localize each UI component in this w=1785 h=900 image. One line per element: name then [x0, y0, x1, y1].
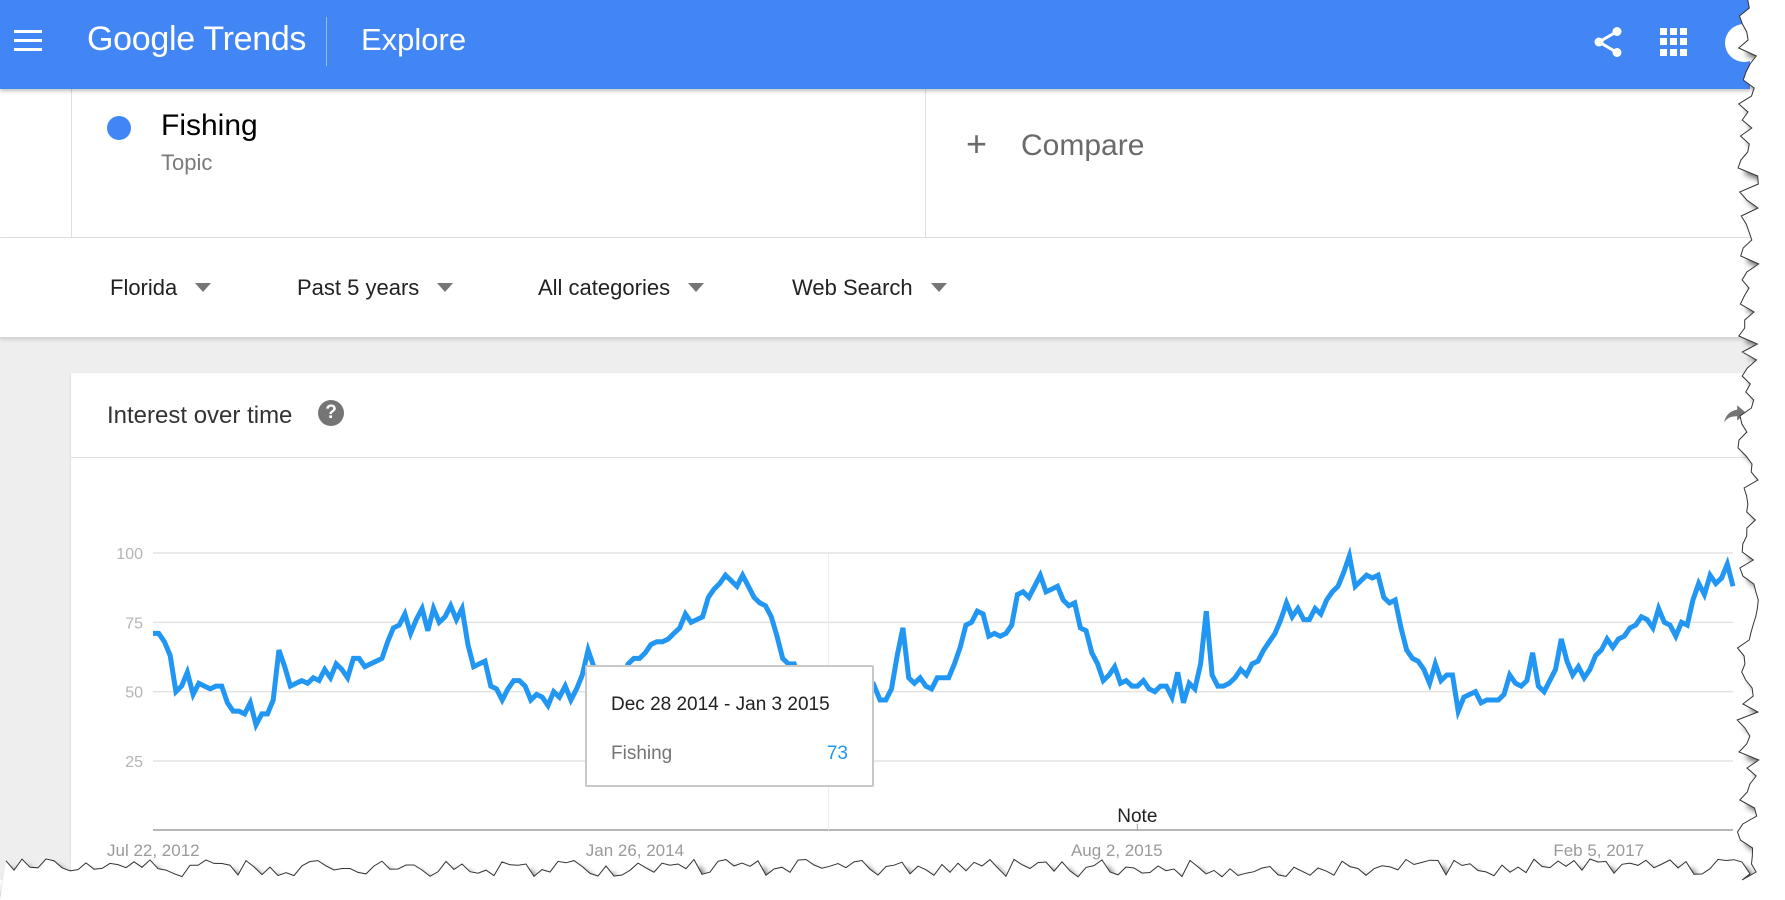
trends-page: Google Trends Explore Fishing Topic + Co… — [0, 0, 1750, 880]
y-tick-label: 50 — [125, 685, 143, 702]
series-line-fishing[interactable] — [153, 546, 1736, 732]
data-tooltip: Dec 28 2014 - Jan 3 2015 Fishing 73 — [585, 665, 874, 787]
interest-line-chart: 25 50 75 100 Jul 22, 2012 Jan 26, 2014 Aug 2,… — [107, 546, 1736, 860]
y-tick-label: 75 — [125, 615, 143, 632]
tooltip-series-name: Fishing — [611, 743, 673, 764]
x-tick-label: Jan 26, 2014 — [586, 841, 684, 860]
tooltip-value: 73 — [826, 743, 848, 764]
x-tick-label: Feb 5, 2017 — [1553, 841, 1644, 860]
y-tick-label: 100 — [116, 546, 143, 563]
x-tick-label: Jul 22, 2012 — [107, 841, 200, 860]
tooltip-date: Dec 28 2014 - Jan 3 2015 — [611, 694, 830, 715]
note-label[interactable]: Note — [1117, 806, 1157, 827]
y-tick-label: 25 — [125, 754, 143, 771]
x-tick-label: Aug 2, 2015 — [1071, 841, 1163, 860]
